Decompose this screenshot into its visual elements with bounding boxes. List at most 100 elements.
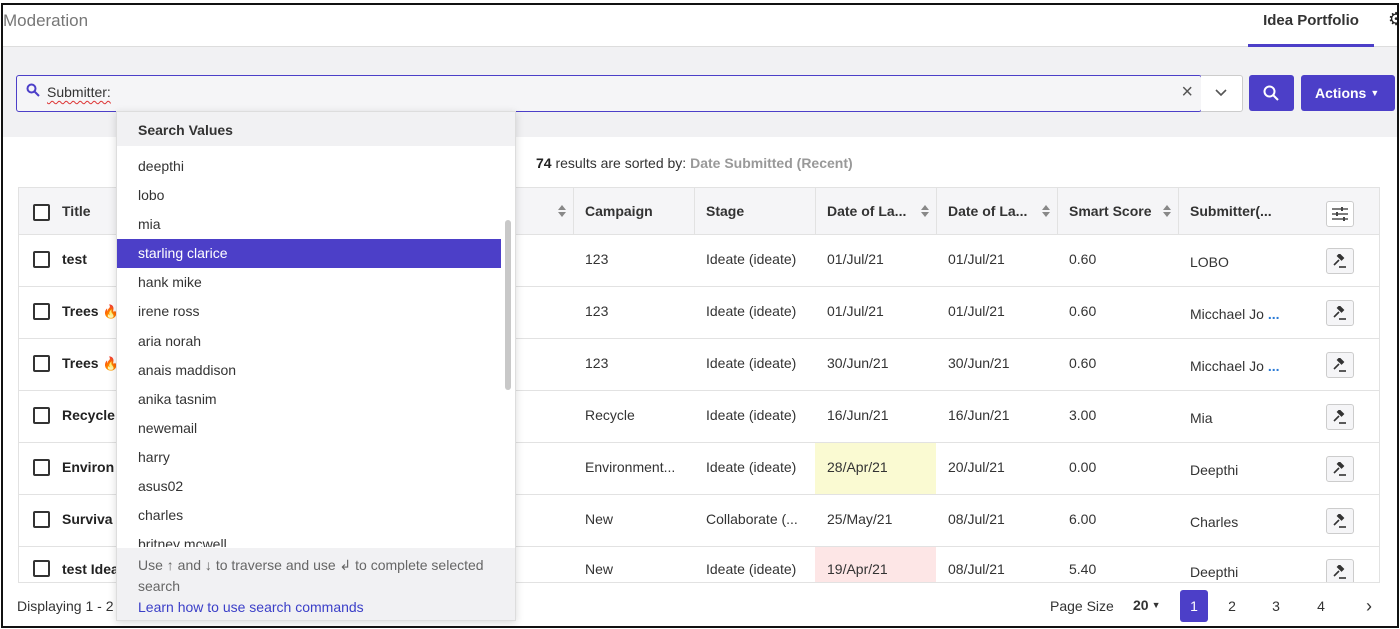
row-campaign: 123 [585, 303, 609, 319]
page-4[interactable]: 4 [1307, 590, 1335, 622]
row-title[interactable]: test [62, 235, 87, 286]
row-title-text: Trees [62, 355, 99, 371]
row-campaign: 123 [585, 355, 609, 371]
sort-icon[interactable] [1163, 205, 1171, 217]
row-submitter: Deepthi [1190, 547, 1239, 582]
search-button[interactable] [1249, 75, 1294, 111]
row-date-2: 01/Jul/21 [948, 303, 1005, 319]
moderate-button[interactable] [1326, 559, 1354, 582]
sort-icon[interactable] [921, 205, 929, 217]
row-title-text: Trees [62, 303, 99, 319]
dropdown-header: Search Values [117, 112, 515, 146]
submitter-name: LOBO [1190, 254, 1229, 270]
dropdown-option[interactable]: britney mcwell [117, 530, 501, 547]
row-campaign: Recycle [585, 407, 635, 423]
dropdown-option[interactable]: lobo [117, 181, 501, 210]
select-all-checkbox[interactable] [33, 204, 50, 221]
row-stage: Ideate (ideate) [706, 561, 797, 577]
next-page-icon[interactable]: › [1355, 590, 1383, 622]
dropdown-option[interactable]: newemail [117, 414, 501, 443]
more-submitters-link[interactable]: ... [1268, 306, 1280, 322]
row-smart-score: 0.60 [1069, 251, 1097, 267]
row-smart-score: 0.60 [1069, 303, 1097, 319]
row-submitter: Charles [1190, 495, 1238, 546]
dropdown-option[interactable]: anais maddison [117, 356, 501, 385]
row-checkbox[interactable] [33, 251, 50, 268]
row-smart-score: 0.00 [1069, 459, 1097, 475]
gavel-icon [1333, 306, 1346, 320]
dropdown-scrollbar[interactable] [505, 220, 511, 390]
row-title[interactable]: Trees 🔥 [62, 339, 119, 390]
row-checkbox[interactable] [33, 407, 50, 424]
dropdown-option[interactable]: deepthi [117, 152, 501, 181]
dropdown-option[interactable]: anika tasnim [117, 385, 501, 414]
caret-down-icon: ▼ [1151, 600, 1161, 610]
dropdown-option[interactable]: aria norah [117, 327, 501, 356]
dropdown-option[interactable]: harry [117, 443, 501, 472]
dropdown-option-selected[interactable]: starling clarice [117, 239, 501, 269]
col-date-1[interactable]: Date of La... [827, 188, 906, 234]
row-checkbox[interactable] [33, 511, 50, 528]
gavel-icon [1333, 514, 1346, 528]
col-submitter[interactable]: Submitter(... [1190, 188, 1272, 234]
col-stage[interactable]: Stage [706, 188, 744, 234]
page-2[interactable]: 2 [1218, 590, 1246, 622]
column-settings-button[interactable] [1326, 201, 1354, 227]
col-smart-score[interactable]: Smart Score [1069, 188, 1151, 234]
chevron-down-icon [1215, 89, 1227, 97]
row-title[interactable]: Surviva [62, 495, 113, 546]
submitter-name: Deepthi [1190, 564, 1239, 580]
moderate-button[interactable] [1326, 508, 1354, 534]
moderate-button[interactable] [1326, 456, 1354, 482]
actions-button[interactable]: Actions ▼ [1301, 75, 1395, 111]
tab-idea-portfolio[interactable]: Idea Portfolio [1248, 5, 1374, 47]
row-title[interactable]: Environ [62, 443, 114, 494]
page-1[interactable]: 1 [1180, 590, 1208, 622]
row-smart-score: 0.60 [1069, 355, 1097, 371]
row-checkbox[interactable] [33, 459, 50, 476]
close-icon[interactable]: × [1181, 81, 1193, 104]
row-stage: Ideate (ideate) [706, 303, 797, 319]
moderate-button[interactable] [1326, 404, 1354, 430]
gavel-icon [1333, 410, 1346, 424]
row-date-2: 01/Jul/21 [948, 251, 1005, 267]
sort-icon[interactable] [558, 205, 566, 217]
moderate-button[interactable] [1326, 300, 1354, 326]
page-3[interactable]: 3 [1262, 590, 1290, 622]
results-text: results are sorted by: [555, 155, 687, 171]
col-title[interactable]: Title [62, 188, 91, 234]
search-input[interactable]: Submitter: [47, 84, 111, 100]
row-date-1: 16/Jun/21 [827, 407, 889, 423]
row-title[interactable]: test Idea [62, 547, 119, 582]
row-date-2: 08/Jul/21 [948, 511, 1005, 527]
search-dropdown-toggle[interactable] [1201, 75, 1243, 112]
dropdown-option[interactable]: mia [117, 210, 501, 239]
col-date-2[interactable]: Date of La... [948, 188, 1027, 234]
row-stage: Ideate (ideate) [706, 355, 797, 371]
dropdown-option[interactable]: hank mike [117, 268, 501, 297]
search-help-link[interactable]: Learn how to use search commands [138, 597, 494, 618]
page-size-select[interactable]: 20 ▼ [1133, 597, 1161, 613]
search-icon [26, 83, 40, 97]
search-field[interactable]: Submitter: × [16, 75, 1202, 112]
sort-icon[interactable] [1042, 205, 1050, 217]
row-checkbox[interactable] [33, 303, 50, 320]
sliders-icon [1332, 207, 1348, 221]
dropdown-option[interactable]: charles [117, 501, 501, 530]
row-title[interactable]: Recycle [62, 391, 115, 442]
app-window: Moderation Idea Portfolio ⚙ Submitter: ×… [1, 3, 1399, 628]
page-size-value: 20 [1133, 597, 1149, 613]
row-checkbox[interactable] [33, 355, 50, 372]
more-submitters-link[interactable]: ... [1268, 358, 1280, 374]
moderate-button[interactable] [1326, 352, 1354, 378]
sort-field[interactable]: Date Submitted (Recent) [690, 155, 853, 171]
col-campaign[interactable]: Campaign [585, 188, 653, 234]
dropdown-option[interactable]: asus02 [117, 472, 501, 501]
moderate-button[interactable] [1326, 248, 1354, 274]
row-checkbox[interactable] [33, 560, 50, 577]
row-date-1: 30/Jun/21 [827, 355, 889, 371]
dropdown-hint: Use ↑ and ↓ to traverse and use ↲ to com… [138, 557, 484, 594]
dropdown-option[interactable]: irene ross [117, 297, 501, 326]
gear-icon[interactable]: ⚙ [1388, 9, 1397, 30]
row-title[interactable]: Trees 🔥 [62, 287, 119, 338]
